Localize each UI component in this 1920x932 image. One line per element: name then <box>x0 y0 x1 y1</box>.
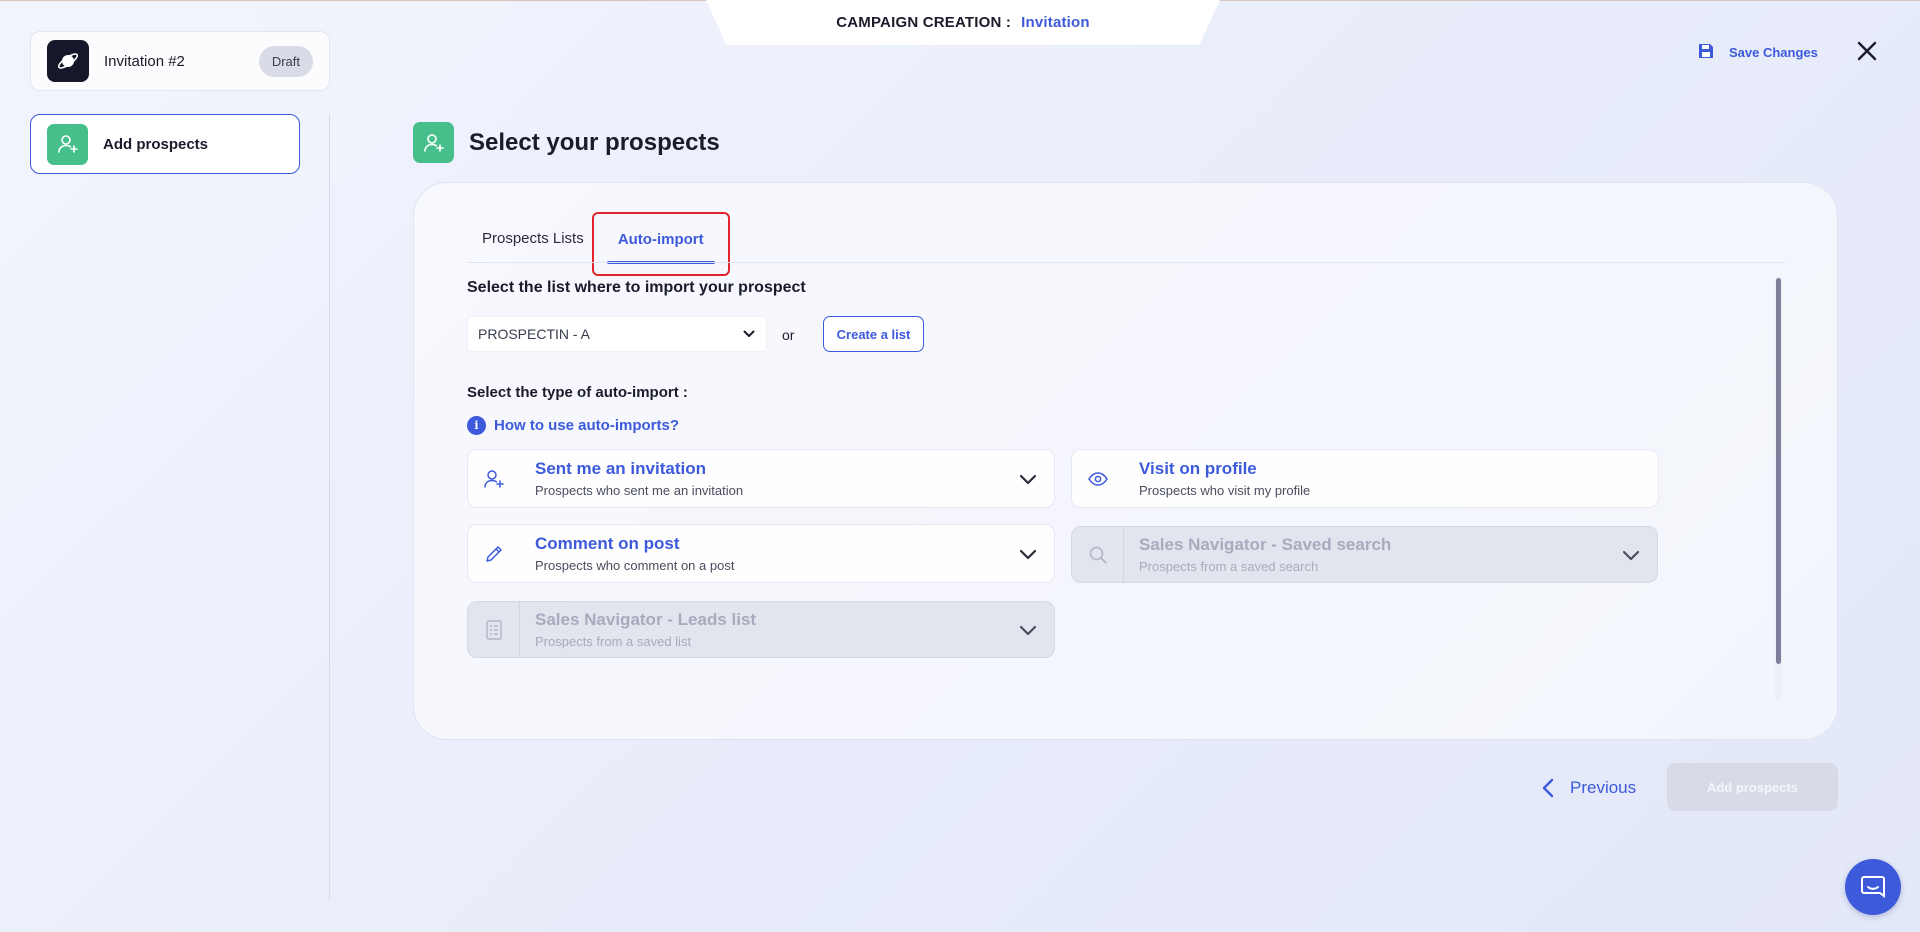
tabs-divider <box>467 262 1785 263</box>
planet-icon <box>47 40 89 82</box>
scrollbar-thumb[interactable] <box>1776 278 1781 664</box>
option-subtitle: Prospects who sent me an invitation <box>535 483 744 498</box>
campaign-creation-header: CAMPAIGN CREATION : Invitation <box>706 0 1220 45</box>
page-title: Select your prospects <box>469 128 720 156</box>
list-icon <box>468 602 520 657</box>
list-select[interactable]: PROSPECTIN - A <box>467 316 767 352</box>
tab-auto-import[interactable]: Auto-import <box>591 212 730 276</box>
pencil-icon <box>468 525 520 582</box>
option-subtitle: Prospects from a saved list <box>535 634 692 649</box>
chevron-left-icon <box>1542 778 1554 798</box>
option-title: Sales Navigator - Saved search <box>1139 535 1392 554</box>
auto-import-type-question: Select the type of auto-import : <box>467 384 688 401</box>
option-sales-navigator-leads-list: Sales Navigator - Leads list Prospects f… <box>467 601 1055 658</box>
add-prospects-button[interactable]: Add prospects <box>1667 763 1838 811</box>
header-label: CAMPAIGN CREATION : <box>836 14 1012 31</box>
option-title: Comment on post <box>535 534 680 553</box>
campaign-name: Invitation #2 <box>104 52 185 70</box>
or-text: or <box>782 327 795 343</box>
previous-label: Previous <box>1570 778 1637 797</box>
close-icon <box>1857 41 1877 61</box>
save-changes-label: Save Changes <box>1729 44 1818 60</box>
save-changes-button[interactable]: Save Changes <box>1697 40 1818 64</box>
option-title: Visit on profile <box>1139 459 1257 478</box>
previous-button[interactable]: Previous <box>1540 774 1636 802</box>
section-header: Select your prospects <box>413 122 720 163</box>
sidebar-divider <box>329 114 330 901</box>
chat-icon <box>1861 876 1885 898</box>
save-icon <box>1697 42 1715 63</box>
header-campaign-type: Invitation <box>1021 14 1090 31</box>
option-comment-on-post[interactable]: Comment on post Prospects who comment on… <box>467 524 1055 583</box>
tab-auto-import-label: Auto-import <box>617 231 704 248</box>
user-plus-icon <box>47 123 88 165</box>
how-to-use-auto-imports-link[interactable]: i How to use auto-imports? <box>467 416 679 435</box>
search-icon <box>1072 527 1124 582</box>
user-plus-icon <box>413 122 454 163</box>
list-question: Select the list where to import your pro… <box>467 279 806 296</box>
info-icon: i <box>467 416 486 435</box>
close-button[interactable] <box>1852 36 1882 66</box>
tab-prospects-lists[interactable]: Prospects Lists <box>482 212 584 262</box>
chat-button[interactable] <box>1845 859 1901 915</box>
help-link-label: How to use auto-imports? <box>494 417 679 434</box>
tab-bar: Prospects Lists Auto-import <box>467 212 730 276</box>
sidebar-item-add-prospects[interactable]: Add prospects <box>30 114 300 174</box>
create-list-button[interactable]: Create a list <box>823 316 924 352</box>
chevron-down-icon <box>743 330 755 337</box>
chevron-down-icon[interactable] <box>1002 450 1054 507</box>
sidebar-item-label: Add prospects <box>103 135 209 153</box>
option-subtitle: Prospects who visit my profile <box>1139 483 1311 498</box>
option-visit-on-profile[interactable]: Visit on profile Prospects who visit my … <box>1071 449 1659 508</box>
option-subtitle: Prospects who comment on a post <box>535 558 735 573</box>
chevron-down-icon[interactable] <box>1002 525 1054 582</box>
chevron-down-icon <box>1605 527 1657 582</box>
option-subtitle: Prospects from a saved search <box>1139 559 1319 574</box>
option-sent-me-an-invitation[interactable]: Sent me an invitation Prospects who sent… <box>467 449 1055 508</box>
user-plus-icon <box>468 450 520 507</box>
eye-icon <box>1072 450 1124 507</box>
option-title: Sent me an invitation <box>535 459 706 478</box>
status-badge: Draft <box>258 45 313 77</box>
chevron-down-icon <box>1002 602 1054 657</box>
campaign-card: Invitation #2 Draft <box>30 31 330 91</box>
list-select-value: PROSPECTIN - A <box>478 326 591 342</box>
option-title: Sales Navigator - Leads list <box>535 610 757 629</box>
option-sales-navigator-saved-search: Sales Navigator - Saved search Prospects… <box>1071 526 1658 583</box>
